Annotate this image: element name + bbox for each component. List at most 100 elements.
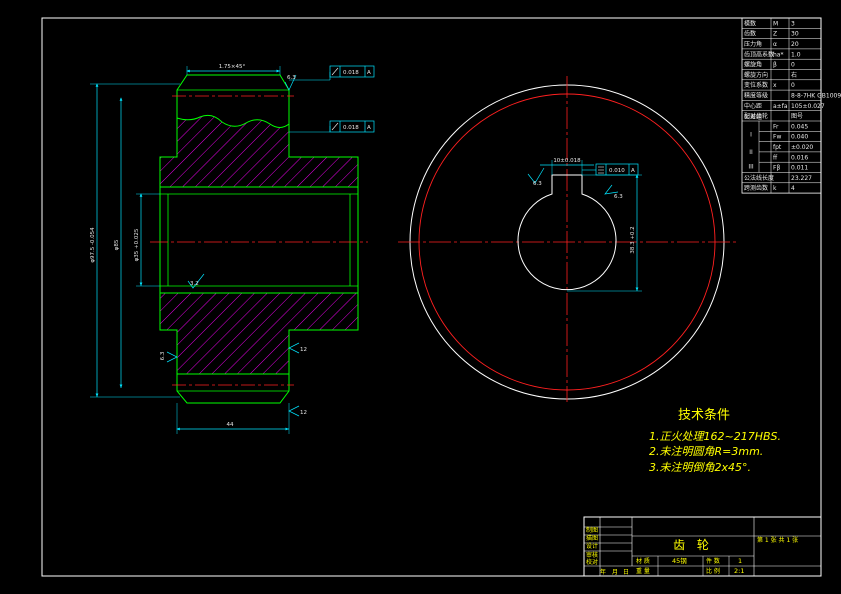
role-4: 校对 bbox=[586, 558, 598, 566]
param-symbol: Fr bbox=[773, 123, 779, 130]
dim-da-text: φ97.5 -0.054 bbox=[90, 227, 96, 263]
roughness-bottom: 12 bbox=[288, 405, 307, 417]
keyway-depth-text: 38.3 +0.2 bbox=[630, 226, 636, 253]
role-2: 设计 bbox=[586, 542, 598, 550]
scale-value: 2:1 bbox=[734, 567, 744, 575]
tolerance-group-label: II bbox=[749, 149, 753, 156]
count-value: 1 bbox=[738, 557, 742, 565]
keyway-tol-ref: A bbox=[631, 168, 635, 174]
param-symbol: fpt bbox=[773, 144, 782, 151]
sheet-info: 第 1 张 共 1 张 bbox=[757, 536, 798, 544]
param-value: 0 bbox=[791, 62, 795, 69]
material-value: 45钢 bbox=[672, 557, 687, 565]
geometric-tolerance-top: 0.018 A bbox=[289, 65, 375, 81]
tolerance-group-label: III bbox=[748, 163, 754, 170]
param-symbol: x bbox=[773, 82, 777, 89]
param-symbol: β bbox=[773, 62, 777, 69]
param-value: 0.040 bbox=[791, 134, 808, 141]
dim-bore-text: φ35 +0.025 bbox=[134, 228, 140, 261]
tol-mid-ref: A bbox=[367, 125, 371, 131]
roughness-right: 12 bbox=[288, 342, 307, 354]
notes-title: 技术条件 bbox=[678, 407, 730, 423]
rough-key-right-text: 6.3 bbox=[614, 194, 623, 200]
param-name: 精度等级 bbox=[744, 92, 768, 100]
tolerance-group-label: I bbox=[750, 131, 752, 138]
param-symbol: Fw bbox=[773, 134, 781, 141]
param-value: 0.011 bbox=[791, 165, 808, 172]
param-value: 3 bbox=[791, 20, 795, 27]
param-name: 螺旋方向 bbox=[744, 71, 768, 79]
param-symbol: k bbox=[773, 185, 777, 192]
tol-mid-value: 0.018 bbox=[343, 125, 359, 131]
side-section-view: φ97.5 -0.054 φ85 φ35 +0.025 44 1.75×45° … bbox=[90, 64, 375, 434]
param-value: 右 bbox=[791, 71, 797, 79]
param-value: 8-8-7HK GB10095-88 bbox=[791, 93, 841, 100]
count-label: 件 数 bbox=[706, 557, 720, 565]
note-item-3: 3.未注明倒角2x45°. bbox=[649, 461, 751, 474]
dim-d-text: φ85 bbox=[114, 239, 120, 250]
rough-right-text: 12 bbox=[300, 347, 307, 353]
keyway-tol-value: 0.010 bbox=[609, 168, 625, 174]
role-0: 制图 bbox=[586, 526, 598, 534]
rough-left-text: 6.3 bbox=[160, 351, 166, 360]
rough-bottom-text: 12 bbox=[300, 410, 307, 416]
param-value: 23.227 bbox=[791, 175, 812, 182]
param-name: 公法线长度 bbox=[744, 174, 774, 182]
roughness-key-left: 6.3 bbox=[527, 167, 545, 187]
date-day: 日 bbox=[623, 569, 629, 576]
tol-top-ref: A bbox=[367, 70, 371, 76]
rough-key-left-text: 6.3 bbox=[533, 181, 542, 187]
section-hatch-lower bbox=[159, 292, 359, 375]
title-block: 制图 描图 设计 审核 校对 年 月 日 齿 轮 材 质 45钢 件 数 1 重… bbox=[583, 516, 822, 577]
param-name: 压力角 bbox=[744, 40, 762, 48]
param-symbol: α bbox=[773, 41, 777, 48]
date-month: 月 bbox=[612, 569, 618, 576]
keyway-dim-text: 10±0.018 bbox=[553, 158, 581, 164]
param-name: 变位系数 bbox=[744, 81, 768, 89]
param-symbol: M bbox=[773, 20, 778, 27]
note-item-2: 2.未注明圆角R=3mm. bbox=[649, 445, 763, 458]
roughness-left: 6.3 bbox=[160, 351, 178, 363]
note-item-1: 1.正火处理162~217HBS. bbox=[649, 430, 781, 443]
roughness-key-right: 6.3 bbox=[604, 184, 623, 200]
param-symbol: ff bbox=[773, 154, 778, 161]
param-value: 105±0.027 bbox=[791, 103, 825, 110]
param-name: 齿数 bbox=[744, 30, 756, 38]
dim-width-text: 44 bbox=[227, 422, 234, 428]
section-hatch-upper bbox=[159, 114, 359, 188]
param-name: 中心距 bbox=[744, 102, 762, 110]
rough-top-text: 6.3 bbox=[287, 75, 296, 81]
param-name: 螺旋角 bbox=[744, 61, 762, 69]
param-symbol: ha* bbox=[773, 51, 783, 58]
role-1: 描图 bbox=[586, 534, 598, 542]
param-symbol: Fβ bbox=[773, 165, 780, 172]
param-value: 0.045 bbox=[791, 123, 808, 130]
keyway-tolerance: 0.010 A bbox=[582, 163, 639, 176]
param-value: 30 bbox=[791, 31, 799, 38]
scale-label: 比 例 bbox=[706, 567, 720, 575]
param-symbol: Z bbox=[773, 31, 777, 38]
rough-bore-text: 3.2 bbox=[190, 281, 199, 287]
technical-notes: 技术条件 1.正火处理162~217HBS. 2.未注明圆角R=3mm. 3.未… bbox=[649, 407, 781, 474]
param-name: 跨测齿数 bbox=[744, 184, 768, 192]
param-value: 1.0 bbox=[791, 51, 801, 58]
param-value: 0.016 bbox=[791, 154, 808, 161]
param-value: 图号 bbox=[791, 113, 803, 120]
param-value: 20 bbox=[791, 41, 799, 48]
part-name: 齿 轮 bbox=[673, 538, 713, 552]
param-name: 模数 bbox=[744, 19, 756, 27]
weight-label: 重 量 bbox=[636, 567, 650, 575]
drawing-canvas: φ97.5 -0.054 φ85 φ35 +0.025 44 1.75×45° … bbox=[41, 17, 841, 577]
param-value: ±0.020 bbox=[791, 144, 813, 151]
roughness-top: 6.3 bbox=[284, 74, 297, 91]
param-value: 4 bbox=[791, 185, 795, 192]
chamfer-label: 1.75×45° bbox=[219, 64, 246, 70]
material-label: 材 质 bbox=[636, 557, 650, 565]
date-year: 年 bbox=[600, 568, 606, 576]
front-view: 10±0.018 0.010 A 6.3 6.3 38.3 +0.2 bbox=[398, 76, 736, 402]
geometric-tolerance-mid: 0.018 A bbox=[289, 120, 375, 133]
param-value: 0 bbox=[791, 82, 795, 89]
param-name: 齿顶高系数 bbox=[744, 50, 774, 58]
param-symbol: a±fa bbox=[773, 103, 788, 110]
tol-top-value: 0.018 bbox=[343, 70, 359, 76]
